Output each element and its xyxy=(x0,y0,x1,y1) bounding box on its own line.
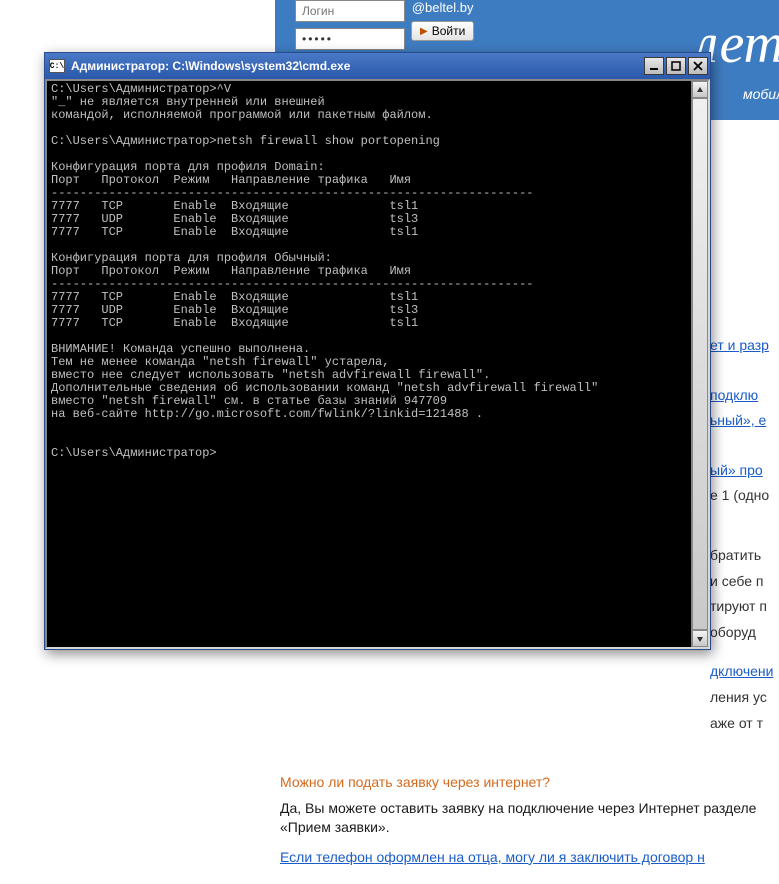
text-fragment: и себе п xyxy=(710,572,774,592)
scrollbar[interactable] xyxy=(691,81,708,647)
domain-suffix: @beltel.by xyxy=(412,0,474,15)
link-fragment[interactable]: дключени xyxy=(710,662,774,682)
login-button[interactable]: ▶ Войти xyxy=(411,21,474,41)
chevron-down-icon xyxy=(696,635,704,643)
text-fragment: ления ус xyxy=(710,688,774,708)
faq-answer: Да, Вы можете оставить заявку на подключ… xyxy=(280,799,774,838)
chevron-up-icon xyxy=(696,86,704,94)
maximize-button[interactable] xyxy=(666,57,686,75)
login-form: @beltel.by ▶ Войти xyxy=(295,0,474,50)
scroll-track[interactable] xyxy=(692,98,708,630)
arrow-icon: ▶ xyxy=(420,26,428,37)
minimize-button[interactable] xyxy=(644,57,664,75)
scroll-down-button[interactable] xyxy=(692,630,708,647)
close-button[interactable] xyxy=(688,57,708,75)
scroll-up-button[interactable] xyxy=(692,81,708,98)
password-input[interactable] xyxy=(295,28,405,50)
faq-question-link[interactable]: Если телефон оформлен на отца, могу ли я… xyxy=(280,848,774,868)
cmd-window: C:\ Администратор: C:\Windows\system32\c… xyxy=(44,52,711,650)
scroll-thumb[interactable] xyxy=(692,98,708,630)
text-fragment: аже от т xyxy=(710,714,774,734)
link-fragment[interactable]: ьный», е xyxy=(710,411,774,431)
link-fragment[interactable]: ый» про xyxy=(710,461,774,481)
close-icon xyxy=(693,61,703,71)
cmd-output[interactable]: C:\Users\Администратор>^V "_" не являетс… xyxy=(47,81,691,647)
text-fragment: братить xyxy=(710,546,774,566)
cmd-icon: C:\ xyxy=(49,59,65,73)
link-fragment[interactable]: ет и разр xyxy=(710,336,774,356)
text-fragment: тируют п xyxy=(710,597,774,617)
cmd-client-area: C:\Users\Администратор>^V "_" не являетс… xyxy=(45,79,710,649)
link-fragment[interactable]: подклю xyxy=(710,386,774,406)
titlebar[interactable]: C:\ Администратор: C:\Windows\system32\c… xyxy=(45,53,710,79)
login-input[interactable] xyxy=(295,0,405,22)
text-fragment: е 1 (одно xyxy=(710,486,774,506)
window-title: Администратор: C:\Windows\system32\cmd.e… xyxy=(71,59,644,73)
minimize-icon xyxy=(649,61,659,71)
banner-sub-text: мобил xyxy=(743,86,779,102)
login-button-label: Войти xyxy=(432,24,466,38)
maximize-icon xyxy=(671,61,681,71)
text-fragment: оборуд xyxy=(710,623,774,643)
faq-question: Можно ли подать заявку через интернет? xyxy=(280,773,774,793)
